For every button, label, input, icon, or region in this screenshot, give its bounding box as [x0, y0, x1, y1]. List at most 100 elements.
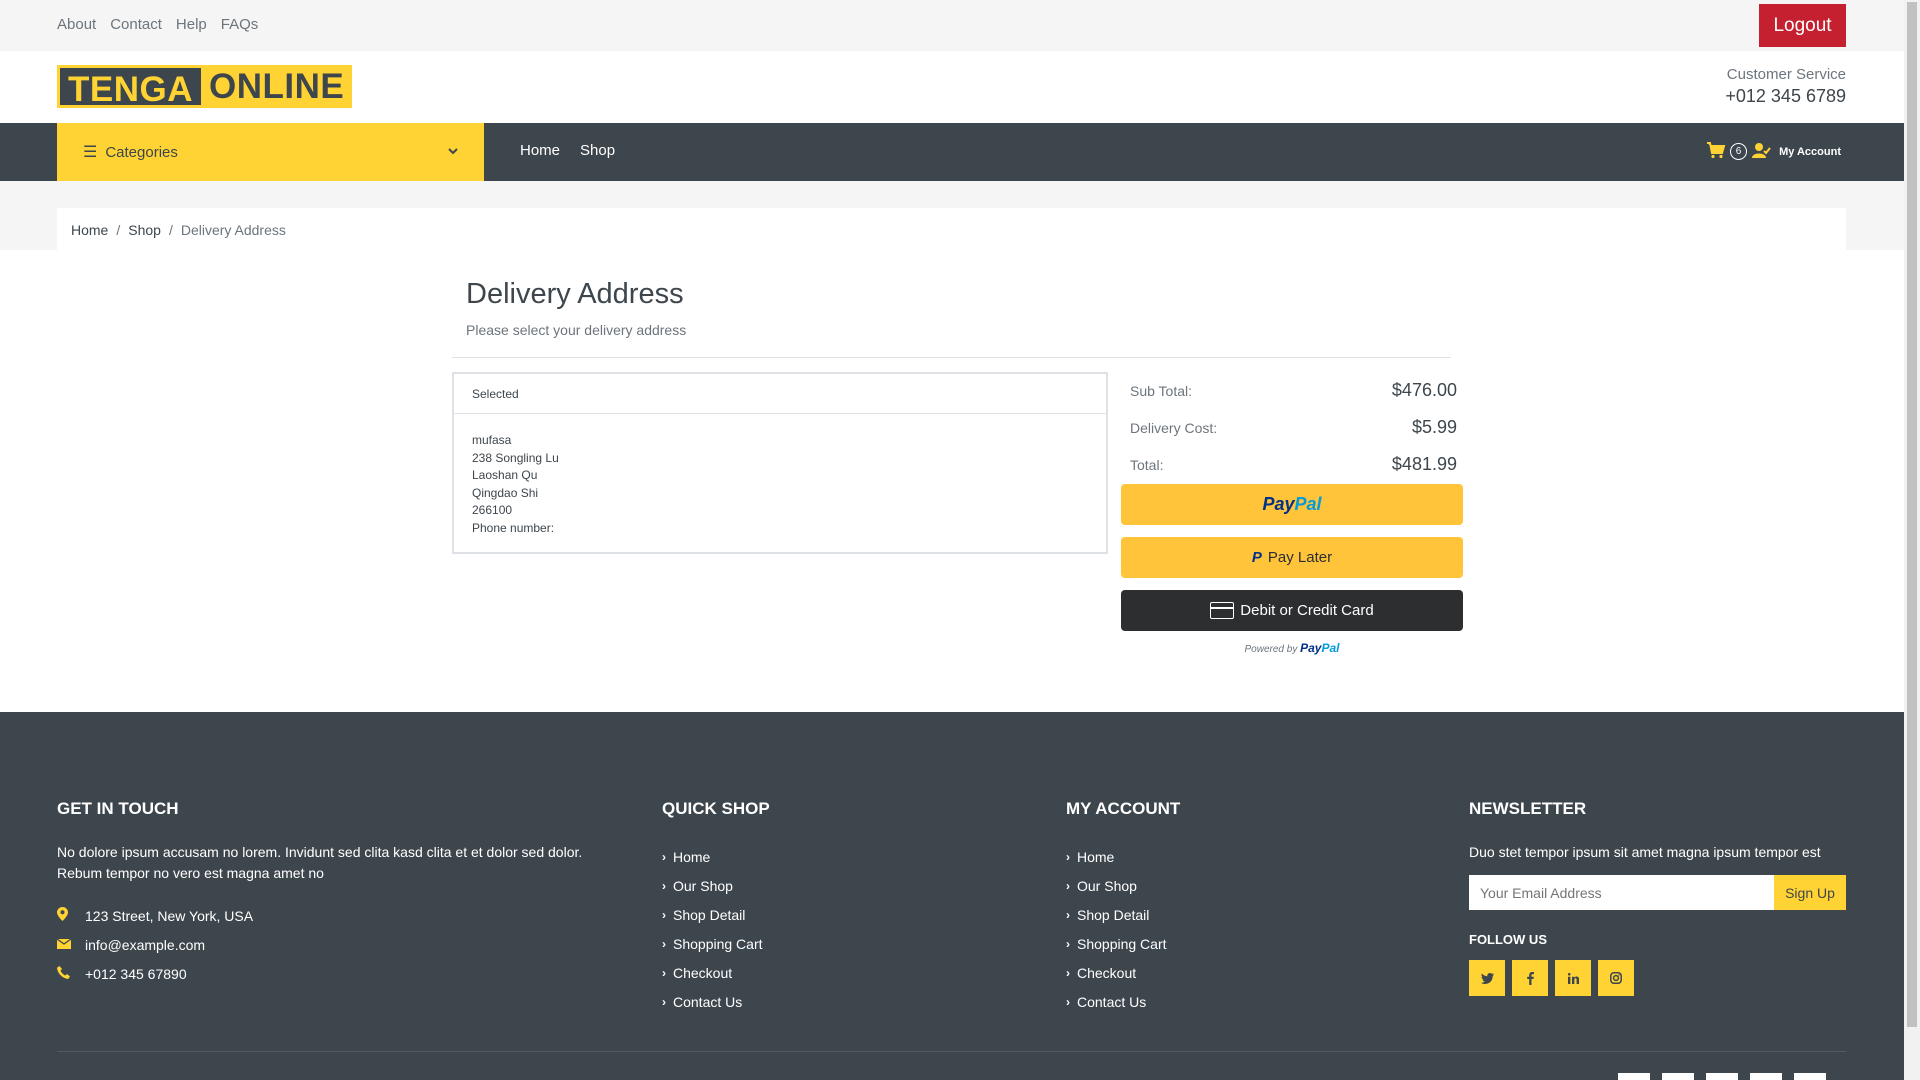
header: TENGA ONLINE Customer Service +012 345 6…	[0, 51, 1904, 123]
total-row: Total: $481.99	[1121, 446, 1457, 483]
top-link-contact[interactable]: Contact	[110, 16, 162, 33]
customer-service: Customer Service +012 345 6789	[1725, 66, 1846, 107]
order-summary: Sub Total: $476.00 Delivery Cost: $5.99 …	[1121, 372, 1463, 655]
footer-quick-shop-link[interactable]: › Shopping Cart	[662, 929, 770, 958]
breadcrumb-separator: /	[168, 221, 173, 238]
nav-right: 6 My Account	[1706, 141, 1841, 162]
customer-service-label: Customer Service	[1726, 66, 1846, 83]
debit-credit-card-button[interactable]: Debit or Credit Card	[1121, 590, 1463, 631]
delivery-value: $5.99	[1411, 417, 1457, 437]
total-value: $481.99	[1391, 454, 1457, 474]
main-content: Delivery Address Please select your deli…	[0, 250, 1904, 712]
scrollbar-thumb[interactable]	[1907, 2, 1917, 1027]
footer-divider	[57, 1051, 1846, 1052]
breadcrumb: Home / Shop / Delivery Address	[57, 208, 1846, 251]
footer-account-link[interactable]: › Shopping Cart	[1066, 929, 1180, 958]
footer-email-text[interactable]: info@example.com	[85, 937, 205, 953]
powered-by-label: Powered by	[1244, 644, 1298, 655]
user-icon[interactable]	[1751, 142, 1771, 162]
link-label: Contact Us	[1077, 993, 1147, 1010]
chevron-right-icon: ›	[662, 994, 666, 1009]
chevron-right-icon: ›	[662, 907, 666, 922]
page-title: Delivery Address	[466, 278, 684, 310]
footer-phone-text: +012 345 67890	[85, 965, 187, 982]
newsletter-signup-button[interactable]: Sign Up	[1774, 875, 1846, 910]
pay-later-button[interactable]: P Pay Later	[1121, 537, 1463, 578]
chevron-right-icon: ›	[1066, 878, 1070, 893]
newsletter-email-input[interactable]	[1469, 875, 1774, 910]
scrollbar[interactable]	[1904, 0, 1920, 1080]
paypal-logo: PayPal	[1300, 641, 1339, 655]
footer-my-account-title: MY ACCOUNT	[1066, 799, 1181, 818]
address-postcode: 266100	[472, 503, 513, 517]
logo-part-1: TENGA	[57, 65, 201, 109]
address-street: 238 Songling Lu	[472, 450, 559, 465]
payment-card-icon	[1706, 1073, 1738, 1080]
logo-part-2: ONLINE	[201, 65, 353, 108]
chevron-right-icon: ›	[1066, 849, 1070, 864]
link-label: Our Shop	[1077, 877, 1137, 894]
linkedin-icon[interactable]	[1555, 960, 1591, 996]
footer-my-account: MY ACCOUNT › Home › Our Shop › Shop Detail …	[1066, 799, 1180, 1016]
footer-account-link[interactable]: › Checkout	[1066, 958, 1180, 987]
footer-account-link[interactable]: › Shop Detail	[1066, 900, 1180, 929]
top-link-help[interactable]: Help	[176, 16, 207, 33]
footer-quick-shop-link[interactable]: › Contact Us	[662, 987, 770, 1016]
footer-email: info@example.com	[56, 934, 617, 955]
social-links	[1469, 960, 1846, 996]
topbar: About Contact Help FAQs Logout	[0, 0, 1904, 51]
payment-methods	[1618, 1073, 1826, 1080]
debit-credit-card-label: Debit or Credit Card	[1240, 602, 1374, 619]
chevron-right-icon: ›	[1066, 907, 1070, 922]
footer-account-link[interactable]: › Our Shop	[1066, 871, 1180, 900]
top-link-faqs[interactable]: FAQs	[221, 16, 259, 33]
link-label: Shopping Cart	[1077, 935, 1167, 952]
nav-link-shop[interactable]: Shop	[580, 142, 615, 159]
cart-icon[interactable]	[1706, 141, 1726, 162]
footer-account-link[interactable]: › Contact Us	[1066, 987, 1180, 1016]
address-card[interactable]: Selected mufasa 238 Songling Lu Laoshan …	[452, 372, 1108, 554]
paypal-button[interactable]: Pay Pal	[1121, 484, 1463, 525]
delivery-row: Delivery Cost: $5.99	[1121, 409, 1457, 446]
categories-dropdown[interactable]: ☰ Categories	[57, 123, 484, 181]
my-account-link[interactable]: My Account	[1779, 146, 1841, 158]
twitter-icon[interactable]	[1469, 960, 1505, 996]
delivery-label: Delivery Cost:	[1130, 419, 1218, 436]
logo[interactable]: TENGA ONLINE	[57, 65, 353, 109]
footer-quick-shop-link[interactable]: › Checkout	[662, 958, 770, 987]
total-label: Total:	[1130, 456, 1164, 473]
page: About Contact Help FAQs Logout TENGA ONL…	[0, 0, 1904, 1080]
logout-button[interactable]: Logout	[1759, 4, 1846, 47]
footer-quick-shop-list: › Home › Our Shop › Shop Detail › Shopping C…	[662, 842, 770, 1016]
link-label: Shop Detail	[1077, 906, 1150, 923]
customer-service-phone: +012 345 6789	[1725, 86, 1846, 106]
powered-by-paypal: Powered by PayPal	[1121, 641, 1463, 655]
top-links: About Contact Help FAQs	[57, 16, 258, 33]
top-link-about[interactable]: About	[57, 16, 96, 33]
paypal-logo-pal: Pal	[1321, 641, 1340, 655]
link-label: Shop Detail	[673, 906, 746, 923]
subtotal-label: Sub Total:	[1130, 382, 1193, 399]
link-label: Checkout	[673, 964, 733, 981]
chevron-right-icon: ›	[662, 936, 666, 951]
divider	[452, 357, 1451, 358]
breadcrumb-home[interactable]: Home	[71, 222, 108, 238]
paypal-p-icon: P	[1251, 549, 1262, 566]
footer-quick-shop-link[interactable]: › Shop Detail	[662, 900, 770, 929]
link-label: Home	[1077, 848, 1115, 865]
breadcrumb-shop[interactable]: Shop	[128, 222, 161, 238]
navbar: ☰ Categories Home Shop 6 My Account	[0, 123, 1904, 181]
link-label: Our Shop	[673, 877, 733, 894]
link-label: Home	[673, 848, 711, 865]
footer-account-link[interactable]: › Home	[1066, 842, 1180, 871]
nav-links: Home Shop	[520, 142, 615, 159]
footer-quick-shop-link[interactable]: › Home	[662, 842, 770, 871]
phone-icon	[57, 965, 85, 982]
instagram-icon[interactable]	[1598, 960, 1634, 996]
menu-icon: ☰	[83, 144, 98, 161]
facebook-icon[interactable]	[1512, 960, 1548, 996]
footer-quick-shop-link[interactable]: › Our Shop	[662, 871, 770, 900]
chevron-down-icon	[448, 143, 458, 158]
link-label: Checkout	[1077, 964, 1137, 981]
nav-link-home[interactable]: Home	[520, 142, 560, 159]
